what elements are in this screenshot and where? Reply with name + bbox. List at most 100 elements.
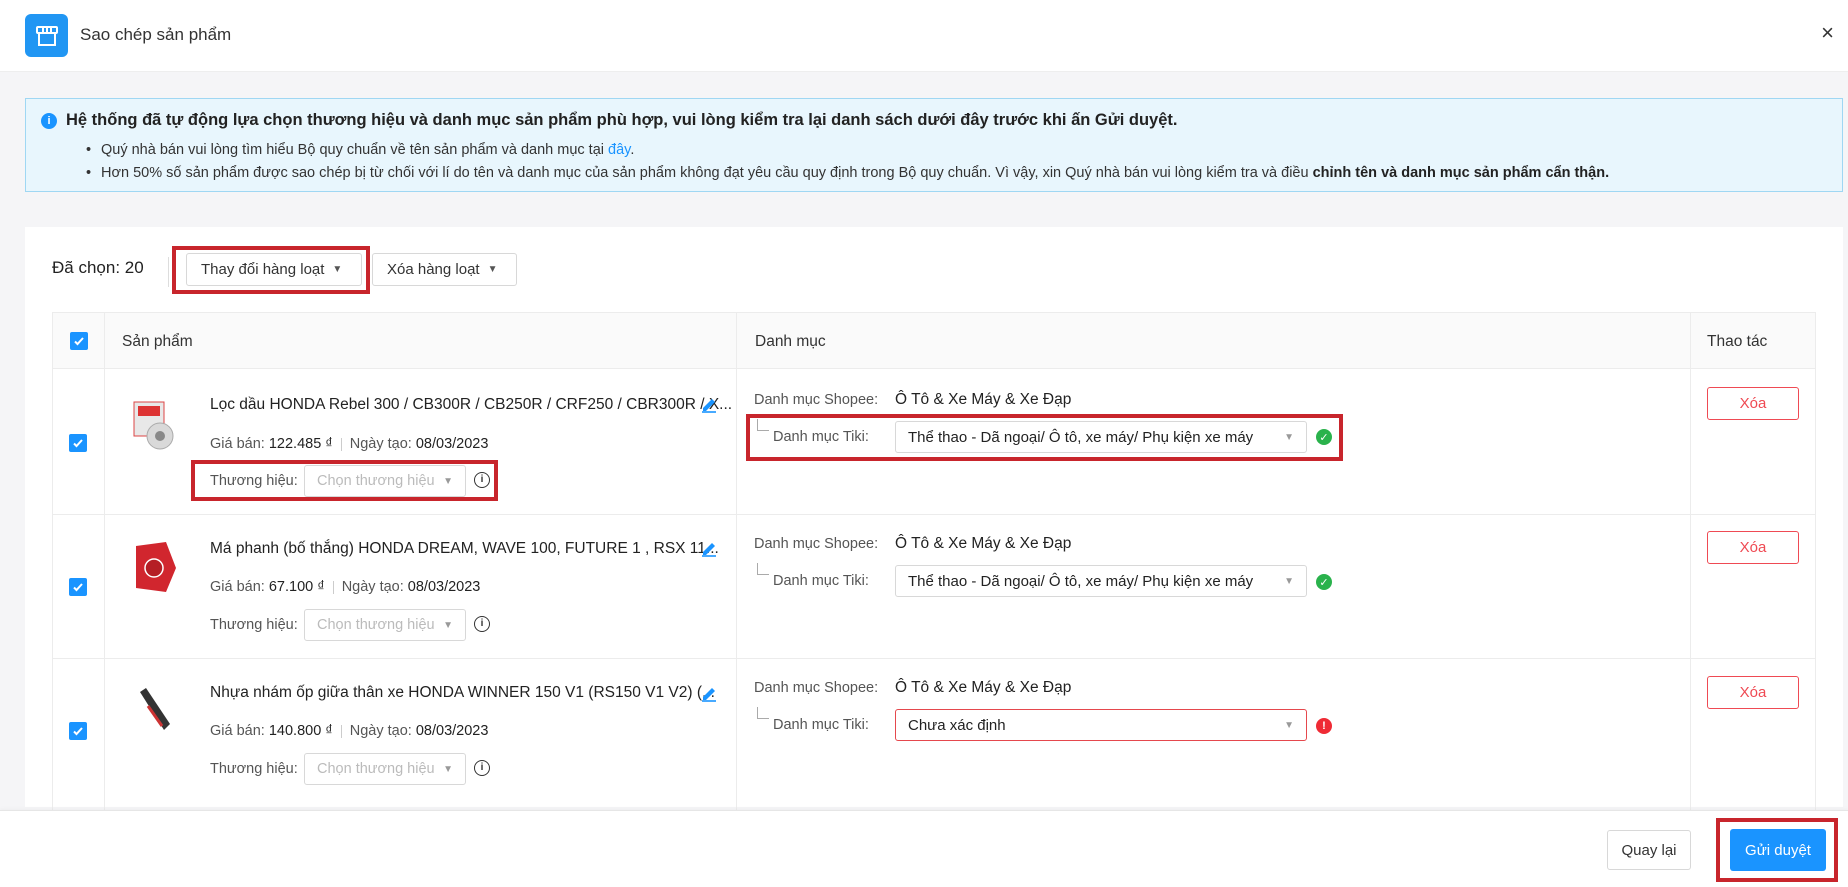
toolbar-divider [168, 257, 169, 287]
chevron-down-icon: ▼ [1284, 431, 1294, 443]
chevron-down-icon: ▼ [1284, 575, 1294, 587]
table-divider [736, 312, 737, 810]
edit-icon[interactable] [700, 684, 718, 702]
notice-text: Hơn 50% số sản phẩm được sao chép bị từ … [101, 165, 1313, 181]
tiki-category-select[interactable]: Thể thao - Dã ngoại/ Ô tô, xe máy/ Phụ k… [895, 565, 1307, 597]
col-category-header: Danh mục [755, 333, 826, 350]
info-icon[interactable]: i [474, 472, 490, 488]
brand-label: Thương hiệu: [210, 617, 298, 633]
col-product-header: Sản phẩm [122, 333, 193, 350]
product-thumbnail [120, 390, 190, 460]
table-border [1815, 312, 1816, 810]
shopee-category-value: Ô Tô & Xe Máy & Xe Đạp [895, 391, 1072, 408]
error-icon: ! [1316, 718, 1332, 734]
created-value: 08/03/2023 [415, 723, 489, 739]
modal-title: Sao chép sản phẩm [80, 25, 232, 44]
tiki-category-value: Thể thao - Dã ngoại/ Ô tô, xe máy/ Phụ k… [908, 428, 1254, 446]
modal-header: Sao chép sản phẩm × [0, 0, 1848, 72]
product-thumbnail [120, 532, 190, 602]
notice-list: Quý nhà bán vui lòng tìm hiểu Bộ quy chu… [86, 139, 1609, 185]
notice-text-end: . [630, 142, 635, 158]
price-value: 140.800 ₫ [268, 723, 333, 739]
row-divider [52, 514, 1816, 515]
notice-headline: Hệ thống đã tự động lựa chọn thương hiệu… [66, 111, 1178, 129]
created-label: Ngày tạo: [341, 579, 404, 595]
tiki-category-value: Thể thao - Dã ngoại/ Ô tô, xe máy/ Phụ k… [908, 572, 1254, 590]
brand-label: Thương hiệu: [210, 473, 298, 489]
edit-icon[interactable] [700, 395, 718, 413]
created-label: Ngày tạo: [349, 436, 412, 452]
delete-button[interactable]: Xóa [1707, 676, 1799, 709]
submit-button[interactable]: Gửi duyệt [1730, 829, 1826, 871]
product-thumbnail [120, 676, 190, 746]
check-circle-icon: ✓ [1316, 574, 1332, 590]
price-value: 67.100 ₫ [268, 579, 325, 595]
created-value: 08/03/2023 [407, 579, 481, 595]
tiki-category-select[interactable]: Chưa xác định ▼ [895, 709, 1307, 741]
guideline-link[interactable]: đây [608, 142, 630, 158]
tiki-category-label: Danh mục Tiki: [773, 429, 869, 445]
info-icon[interactable]: i [474, 616, 490, 632]
chevron-down-icon: ▼ [1284, 719, 1294, 731]
info-notice: i Hệ thống đã tự động lựa chọn thương hi… [25, 98, 1843, 192]
shopee-category-label: Danh mục Shopee: [754, 392, 879, 408]
info-icon: i [41, 113, 57, 129]
edit-icon[interactable] [700, 539, 718, 557]
brand-label: Thương hiệu: [210, 761, 298, 777]
brand-placeholder: Chọn thương hiệu [317, 761, 435, 777]
bulk-delete-dropdown[interactable]: Xóa hàng loạt ▼ [372, 253, 517, 286]
notice-item: Hơn 50% số sản phẩm được sao chép bị từ … [86, 162, 1609, 185]
chevron-down-icon: ▼ [443, 763, 453, 775]
bulk-change-label: Thay đổi hàng loạt [201, 261, 325, 278]
brand-select[interactable]: Chọn thương hiệu ▼ [304, 609, 466, 641]
notice-bold-text: chỉnh tên và danh mục sản phẩm cẩn thận. [1312, 165, 1610, 181]
price-label: Giá bán: [210, 436, 265, 452]
row-divider [52, 658, 1816, 659]
col-action-header: Thao tác [1707, 333, 1768, 350]
table-divider [104, 312, 105, 810]
row-checkbox[interactable] [69, 722, 87, 740]
notice-text: Quý nhà bán vui lòng tìm hiểu Bộ quy chu… [101, 142, 609, 158]
delete-button[interactable]: Xóa [1707, 531, 1799, 564]
row-checkbox[interactable] [69, 578, 87, 596]
product-name: Má phanh (bố thắng) HONDA DREAM, WAVE 10… [210, 540, 719, 557]
table-border [52, 312, 53, 810]
select-all-checkbox[interactable] [70, 332, 88, 350]
brand-select[interactable]: Chọn thương hiệu ▼ [304, 753, 466, 785]
chevron-down-icon: ▼ [443, 619, 453, 631]
modal-footer [0, 810, 1848, 887]
product-name: Nhựa nhám ốp giữa thân xe HONDA WINNER 1… [210, 684, 715, 701]
info-icon[interactable]: i [474, 760, 490, 776]
price-label: Giá bán: [210, 579, 265, 595]
check-circle-icon: ✓ [1316, 429, 1332, 445]
tiki-category-label: Danh mục Tiki: [773, 573, 869, 589]
notice-item: Quý nhà bán vui lòng tìm hiểu Bộ quy chu… [86, 139, 1609, 162]
delete-button[interactable]: Xóa [1707, 387, 1799, 420]
tiki-category-select[interactable]: Thể thao - Dã ngoại/ Ô tô, xe máy/ Phụ k… [895, 421, 1307, 453]
back-button[interactable]: Quay lại [1607, 830, 1691, 870]
brand-select[interactable]: Chọn thương hiệu ▼ [304, 465, 466, 497]
chevron-down-icon: ▼ [443, 475, 453, 487]
created-label: Ngày tạo: [349, 723, 412, 739]
bulk-delete-label: Xóa hàng loạt [387, 261, 480, 278]
tiki-category-label: Danh mục Tiki: [773, 717, 869, 733]
product-meta: Giá bán: 140.800 ₫ Ngày tạo: 08/03/2023 [210, 723, 488, 739]
chevron-down-icon: ▼ [332, 264, 343, 275]
product-meta: Giá bán: 67.100 ₫ Ngày tạo: 08/03/2023 [210, 579, 480, 595]
tree-branch-icon [757, 707, 769, 719]
bulk-change-dropdown[interactable]: Thay đổi hàng loạt ▼ [186, 253, 362, 286]
price-value: 122.485 ₫ [268, 436, 333, 452]
close-icon[interactable]: × [1821, 22, 1834, 44]
table-divider [1690, 312, 1691, 810]
tree-branch-icon [757, 419, 769, 431]
brand-placeholder: Chọn thương hiệu [317, 473, 435, 489]
row-checkbox[interactable] [69, 434, 87, 452]
chevron-down-icon: ▼ [487, 264, 498, 275]
brand-placeholder: Chọn thương hiệu [317, 617, 435, 633]
product-name: Lọc dầu HONDA Rebel 300 / CB300R / CB250… [210, 396, 733, 413]
price-label: Giá bán: [210, 723, 265, 739]
shopee-category-value: Ô Tô & Xe Máy & Xe Đạp [895, 679, 1072, 696]
shopee-category-label: Danh mục Shopee: [754, 680, 879, 696]
store-icon [25, 14, 68, 57]
table-header: Sản phẩm Danh mục Thao tác [52, 312, 1816, 369]
